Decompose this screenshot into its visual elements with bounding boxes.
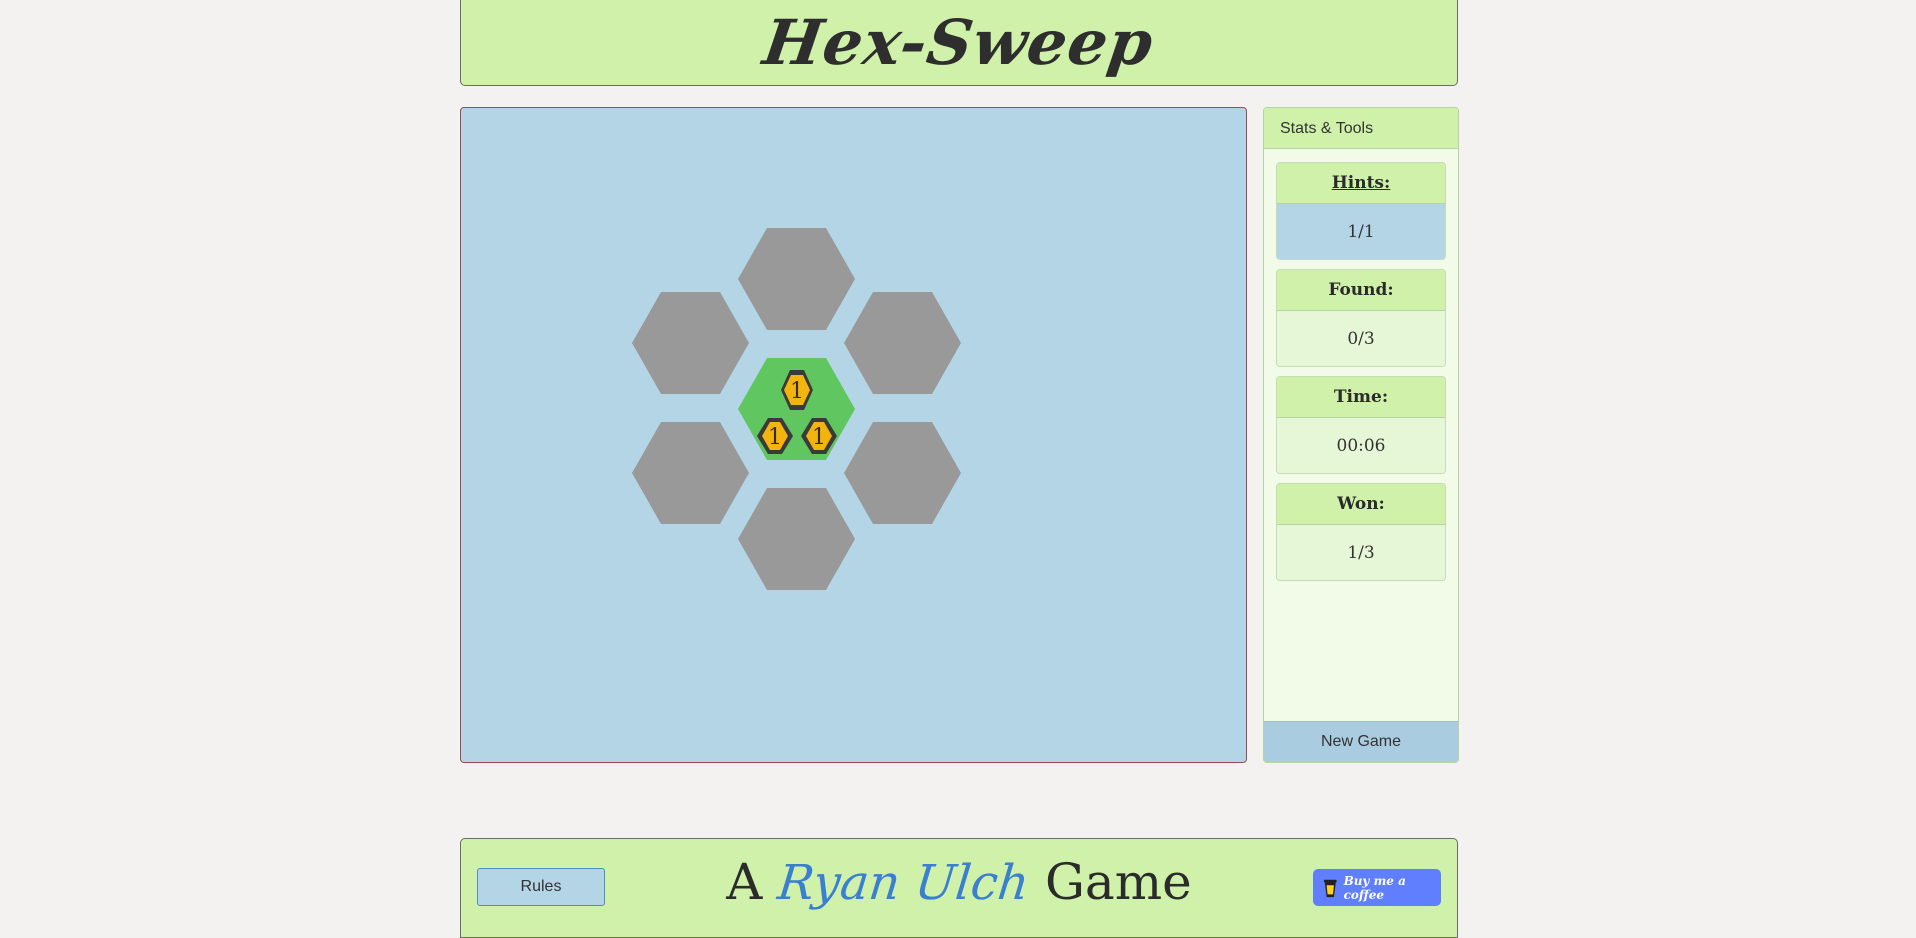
panel-title: Stats & Tools bbox=[1264, 108, 1458, 149]
hex-tile-top[interactable] bbox=[738, 228, 855, 330]
hints-label[interactable]: Hints: bbox=[1277, 163, 1445, 204]
time-label: Time: bbox=[1277, 377, 1445, 418]
found-label: Found: bbox=[1277, 270, 1445, 311]
coffee-cup-icon bbox=[1323, 879, 1337, 897]
hints-label-text[interactable]: Hints: bbox=[1332, 173, 1391, 193]
hints-value: 1/1 bbox=[1277, 204, 1445, 259]
hex-tile-bottom[interactable] bbox=[738, 488, 855, 590]
credit-prefix: A bbox=[726, 853, 763, 911]
game-board[interactable]: 1 1 1 bbox=[460, 107, 1247, 763]
hex-tile-lower-left[interactable] bbox=[632, 422, 749, 524]
credit-line: A Ryan Ulch Game bbox=[461, 853, 1457, 911]
game-title: Hex-Sweep bbox=[759, 5, 1159, 79]
hex-tile-lower-right[interactable] bbox=[844, 422, 961, 524]
hints-stat[interactable]: Hints: 1/1 bbox=[1276, 162, 1446, 260]
found-stat: Found: 0/3 bbox=[1276, 269, 1446, 367]
won-stat: Won: 1/3 bbox=[1276, 483, 1446, 581]
new-game-button[interactable]: New Game bbox=[1264, 721, 1458, 762]
clue-number: 1 bbox=[812, 425, 826, 450]
buy-me-a-coffee-button[interactable]: Buy me a coffee bbox=[1313, 869, 1441, 906]
coffee-label: Buy me a coffee bbox=[1343, 873, 1406, 902]
time-value: 00:06 bbox=[1277, 418, 1445, 473]
won-label: Won: bbox=[1277, 484, 1445, 525]
won-value: 1/3 bbox=[1277, 525, 1445, 580]
credit-suffix: Game bbox=[1044, 853, 1192, 911]
found-value: 0/3 bbox=[1277, 311, 1445, 366]
clue-number: 1 bbox=[790, 379, 804, 404]
page-footer: Rules A Ryan Ulch Game Buy me a coffee bbox=[460, 838, 1458, 938]
hex-tile-upper-left[interactable] bbox=[632, 292, 749, 394]
clue-number: 1 bbox=[768, 425, 782, 450]
credit-author: Ryan Ulch bbox=[775, 855, 1033, 911]
time-stat: Time: 00:06 bbox=[1276, 376, 1446, 474]
page-header: Hex-Sweep bbox=[460, 0, 1458, 86]
stats-panel: Stats & Tools Hints: 1/1 Found: 0/3 Time… bbox=[1263, 107, 1459, 763]
hex-grid[interactable]: 1 1 1 bbox=[461, 108, 1246, 762]
hex-tile-upper-right[interactable] bbox=[844, 292, 961, 394]
